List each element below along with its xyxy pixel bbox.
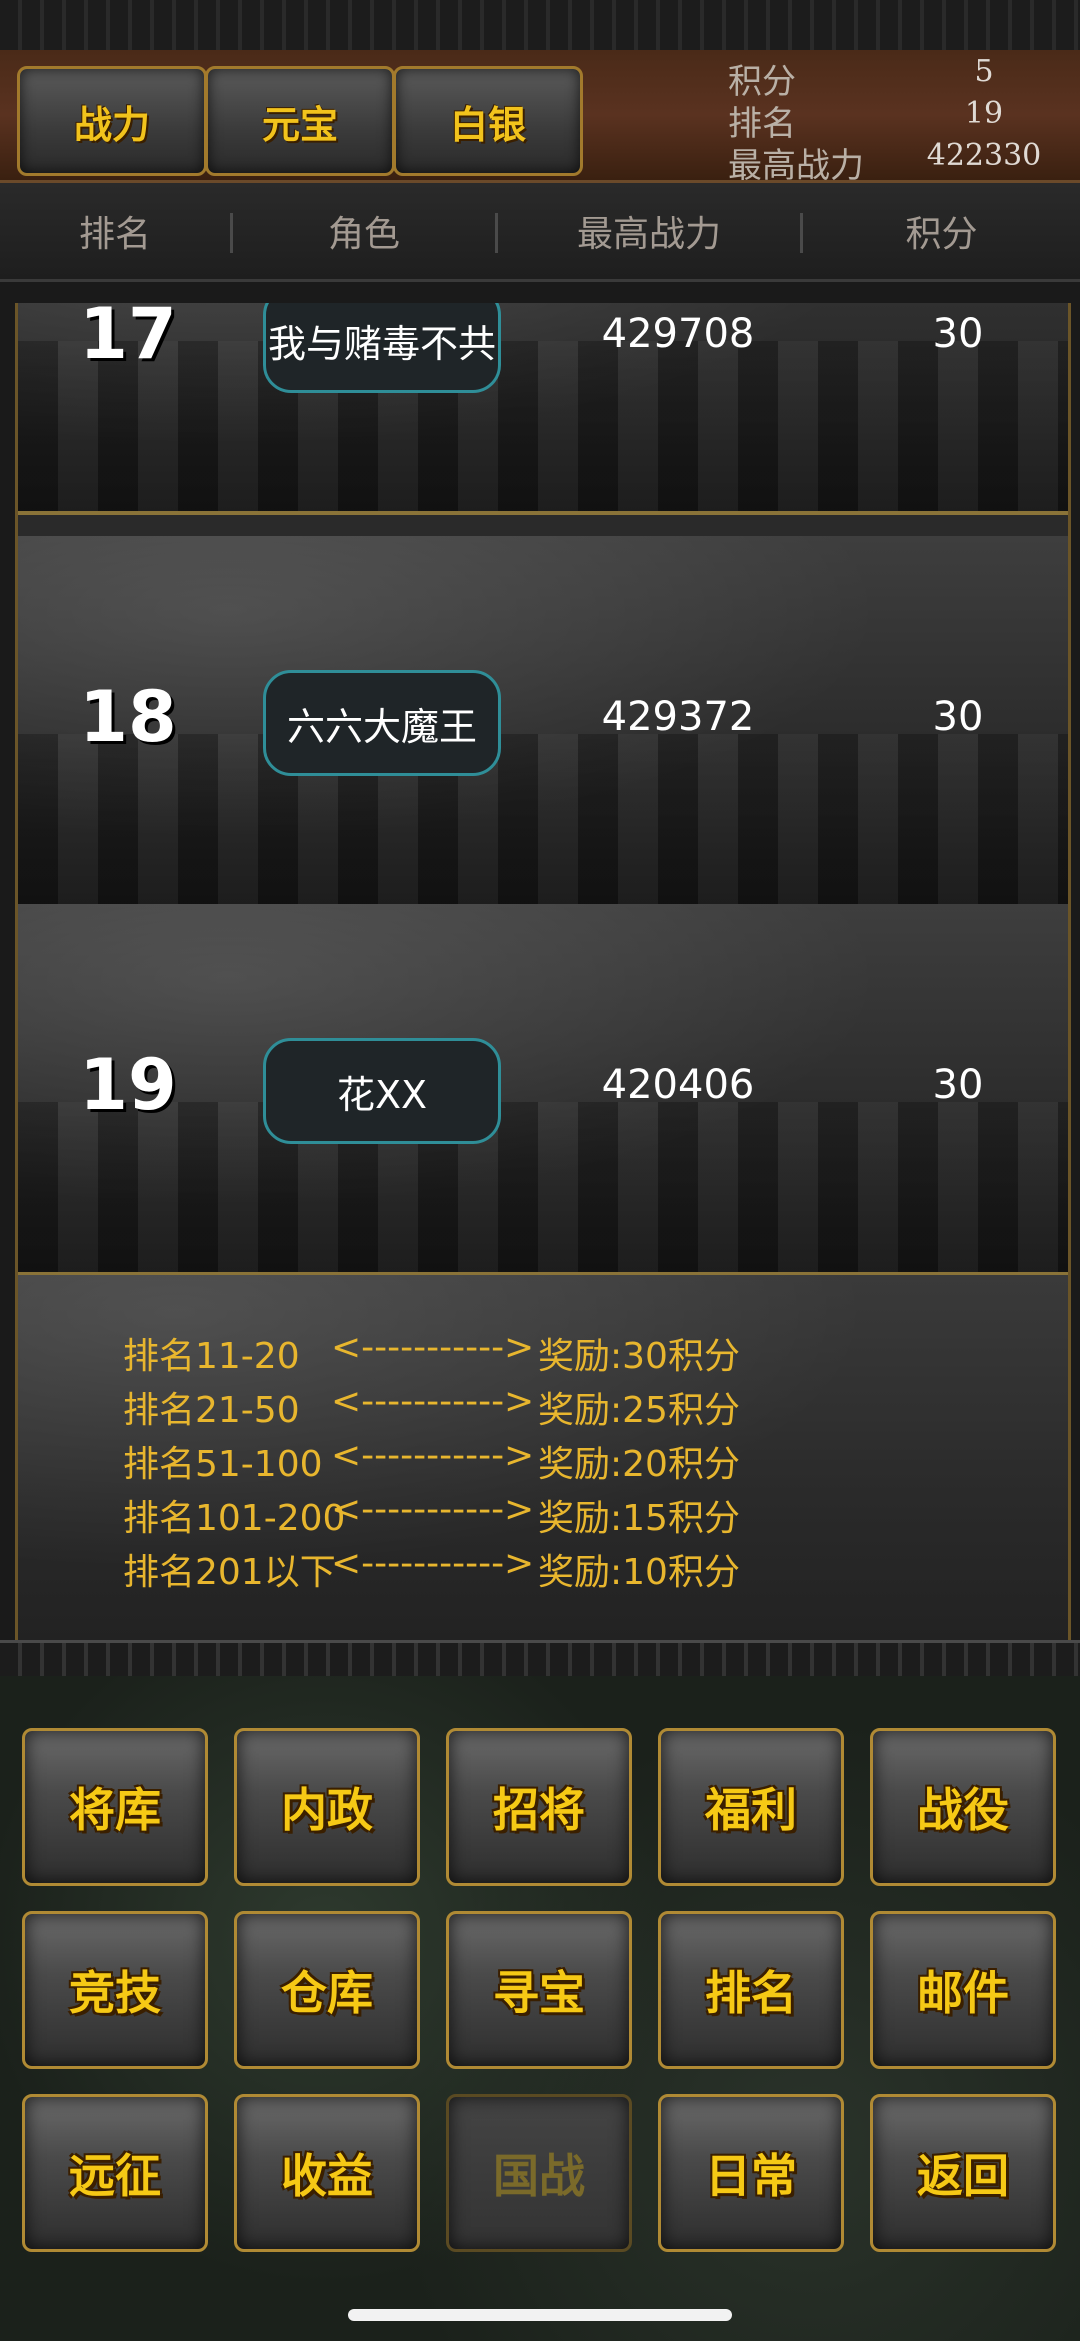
player-name[interactable]: 花XX: [263, 1038, 501, 1144]
player-score: 30: [932, 1062, 984, 1108]
player-score: 30: [932, 694, 984, 740]
stat-max-power: 最高战力 422330: [728, 138, 1058, 186]
rank-number: 17: [79, 303, 177, 375]
menu-daily-button[interactable]: 日常: [658, 2094, 844, 2252]
stat-score-value: 5: [974, 54, 994, 89]
reward-arrow: <----------->: [331, 1543, 535, 1584]
column-role: 角色: [327, 214, 400, 255]
ranking-list[interactable]: 17 我与赌毒不共 429708 30 18 六六大魔王 429372 30 1…: [15, 303, 1071, 1643]
home-indicator[interactable]: [348, 2309, 732, 2321]
player-name[interactable]: 我与赌毒不共: [263, 303, 501, 393]
player-power: 420406: [601, 1062, 755, 1108]
reward-amount: 奖励:15积分: [538, 1498, 740, 1539]
stat-max-power-label: 最高战力: [728, 146, 864, 186]
reward-range: 排名21-50: [123, 1390, 300, 1431]
reward-arrow: <----------->: [331, 1381, 535, 1422]
menu-treasure-button[interactable]: 寻宝: [446, 1911, 632, 2069]
menu-nation-war-button[interactable]: 国战: [446, 2094, 632, 2252]
reward-range: 排名201以下: [123, 1552, 336, 1593]
reward-amount: 奖励:25积分: [538, 1390, 740, 1431]
section-divider: [0, 1640, 1080, 1680]
ranking-row: 17 我与赌毒不共 429708 30: [18, 303, 1068, 515]
column-max-power: 最高战力: [576, 214, 721, 255]
player-power: 429708: [601, 311, 755, 357]
top-border-band: [0, 0, 1080, 52]
menu-mail-button[interactable]: 邮件: [870, 1911, 1056, 2069]
menu-expedition-button[interactable]: 远征: [22, 2094, 208, 2252]
reward-amount: 奖励:30积分: [538, 1336, 740, 1377]
reward-range: 排名101-200: [123, 1498, 346, 1539]
rank-number: 19: [79, 1044, 177, 1126]
column-header: 排名 角色 最高战力 积分: [0, 183, 1080, 282]
player-score: 30: [932, 311, 984, 357]
player-stats: 积分 5 排名 19 最高战力 422330: [728, 54, 1058, 186]
row-background: [18, 734, 1068, 904]
menu-back-button[interactable]: 返回: [870, 2094, 1056, 2252]
column-rank: 排名: [78, 214, 151, 255]
tab-silver[interactable]: 白银: [393, 66, 583, 176]
row-background: [18, 1102, 1068, 1272]
reward-range: 排名11-20: [123, 1336, 300, 1377]
tab-yuanbao[interactable]: 元宝: [205, 66, 395, 176]
column-score: 积分: [905, 214, 978, 255]
ranking-row: 18 六六大魔王 429372 30: [18, 536, 1068, 908]
menu-generals-button[interactable]: 将库: [22, 1728, 208, 1886]
player-power: 429372: [601, 694, 755, 740]
stat-rank-value: 19: [964, 96, 1004, 131]
reward-arrow: <----------->: [331, 1489, 535, 1530]
stat-max-power-value: 422330: [926, 138, 1042, 173]
menu-welfare-button[interactable]: 福利: [658, 1728, 844, 1886]
menu-ranking-button[interactable]: 排名: [658, 1911, 844, 2069]
menu-domestic-button[interactable]: 内政: [234, 1728, 420, 1886]
main-menu-panel: 将库 内政 招将 福利 战役 竞技 仓库 寻宝 排名 邮件 远征 收益 国战 日…: [0, 1676, 1080, 2341]
stat-score: 积分 5: [728, 54, 1058, 102]
stat-rank: 排名 19: [728, 96, 1058, 144]
reward-arrow: <----------->: [331, 1327, 535, 1368]
reward-amount: 奖励:20积分: [538, 1444, 740, 1485]
reward-arrow: <----------->: [331, 1435, 535, 1476]
rewards-panel: 排名11-20 <-----------> 奖励:30积分 排名21-50 <-…: [18, 1275, 1068, 1643]
player-name[interactable]: 六六大魔王: [263, 670, 501, 776]
ranking-row: 19 花XX 420406 30: [18, 904, 1068, 1276]
menu-warehouse-button[interactable]: 仓库: [234, 1911, 420, 2069]
reward-amount: 奖励:10积分: [538, 1552, 740, 1593]
reward-range: 排名51-100: [123, 1444, 323, 1485]
menu-recruit-button[interactable]: 招将: [446, 1728, 632, 1886]
menu-income-button[interactable]: 收益: [234, 2094, 420, 2252]
tab-power[interactable]: 战力: [17, 66, 207, 176]
menu-arena-button[interactable]: 竞技: [22, 1911, 208, 2069]
rank-number: 18: [79, 676, 177, 758]
menu-campaign-button[interactable]: 战役: [870, 1728, 1056, 1886]
